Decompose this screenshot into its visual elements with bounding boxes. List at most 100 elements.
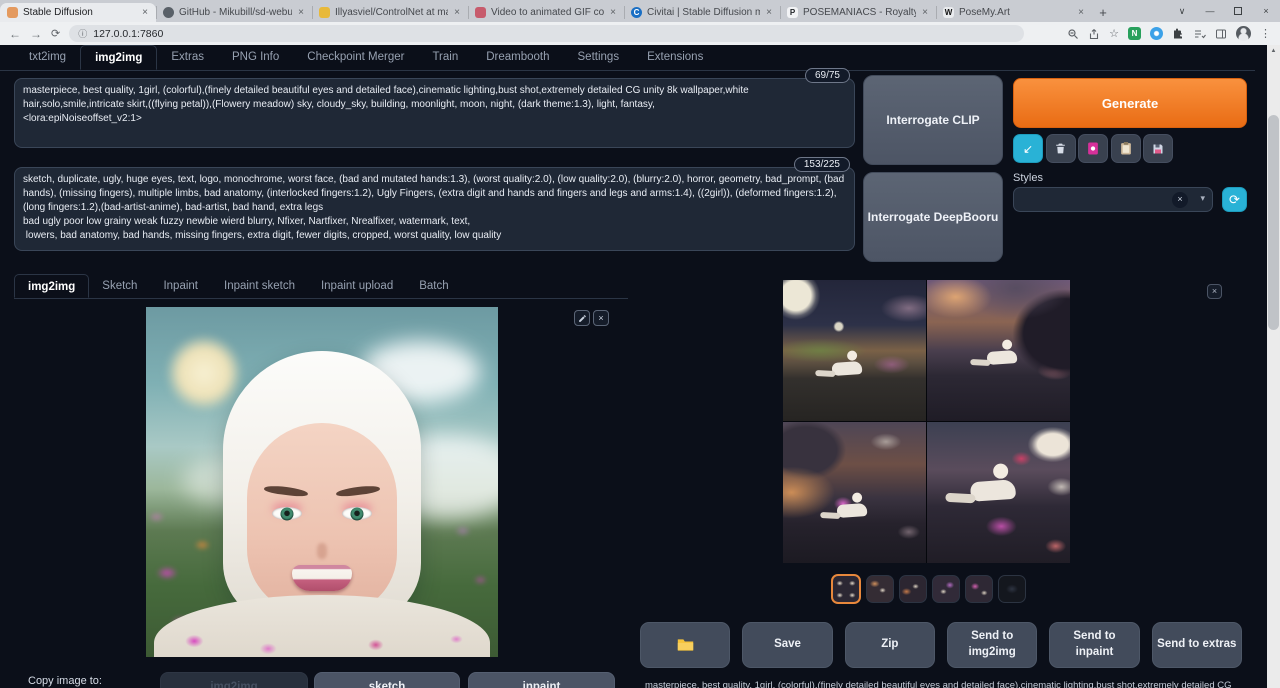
result-image-4[interactable]: [927, 422, 1070, 563]
tab-search-chevron-icon[interactable]: ∨: [1168, 0, 1196, 22]
forward-icon[interactable]: →: [30, 27, 42, 41]
mode-tab-batch[interactable]: Batch: [406, 274, 461, 298]
browser-tab-posemaniacs[interactable]: P POSEMANIACS - Royalty free 3 ×: [780, 3, 936, 22]
browser-tab-posemyart[interactable]: W PoseMy.Art ×: [936, 3, 1092, 22]
tab-settings[interactable]: Settings: [564, 45, 634, 70]
paste-generation-params-button[interactable]: ↙: [1013, 134, 1043, 163]
extension-blue-icon[interactable]: [1150, 27, 1163, 40]
url-text: 127.0.0.1:7860: [93, 28, 163, 40]
tab-extensions[interactable]: Extensions: [633, 45, 717, 70]
interrogate-deepbooru-button[interactable]: Interrogate DeepBooru: [863, 172, 1003, 262]
send-to-extras-button[interactable]: Send to extras: [1152, 622, 1242, 668]
save-button[interactable]: Save: [742, 622, 832, 668]
zoom-icon[interactable]: [1067, 28, 1079, 40]
styles-label: Styles: [1013, 172, 1247, 184]
tab-img2img[interactable]: img2img: [80, 45, 157, 70]
browser-tab-github[interactable]: GitHub - Mikubill/sd-webui-co ×: [156, 3, 312, 22]
thumbnail-4[interactable]: [932, 575, 960, 603]
sitting-figure: [970, 479, 1016, 502]
tab-close-icon[interactable]: ×: [921, 7, 929, 18]
bookmark-star-icon[interactable]: ☆: [1109, 27, 1119, 40]
posemyart-favicon: W: [943, 7, 954, 18]
site-info-icon[interactable]: ⓘ: [78, 27, 87, 40]
browser-tab-civitai[interactable]: C Civitai | Stable Diffusion model ×: [624, 3, 780, 22]
interrogate-clip-button[interactable]: Interrogate CLIP: [863, 75, 1003, 165]
page-scrollbar[interactable]: ▲: [1267, 45, 1280, 688]
thumbnail-2[interactable]: [866, 575, 894, 603]
thumbnail-5[interactable]: [965, 575, 993, 603]
scrollbar-thumb[interactable]: [1268, 115, 1279, 330]
tab-dreambooth[interactable]: Dreambooth: [472, 45, 563, 70]
tab-close-icon[interactable]: ×: [765, 7, 773, 18]
generate-button[interactable]: Generate: [1013, 78, 1247, 128]
send-to-inpaint-button[interactable]: Send to inpaint: [1049, 622, 1139, 668]
remove-image-button[interactable]: ×: [593, 310, 609, 326]
zip-button[interactable]: Zip: [845, 622, 935, 668]
mode-tab-img2img[interactable]: img2img: [14, 274, 89, 298]
styles-clear-icon[interactable]: ×: [1172, 192, 1188, 208]
refresh-styles-button[interactable]: ⟳: [1222, 187, 1247, 212]
mode-tab-inpaint[interactable]: Inpaint: [150, 274, 211, 298]
side-panel-icon[interactable]: [1215, 28, 1227, 40]
reading-list-icon[interactable]: [1193, 28, 1206, 40]
new-tab-button[interactable]: +: [1092, 3, 1114, 22]
share-icon[interactable]: [1088, 28, 1100, 40]
back-icon[interactable]: ←: [9, 27, 21, 41]
copy-to-img2img-button: img2img: [160, 672, 308, 688]
browser-tab-gif-converter[interactable]: Video to animated GIF converter ×: [468, 3, 624, 22]
reload-icon[interactable]: ⟳: [51, 27, 60, 40]
maximize-button[interactable]: [1224, 0, 1252, 22]
mode-tab-sketch[interactable]: Sketch: [89, 274, 150, 298]
open-folder-button[interactable]: [640, 622, 730, 668]
prompt-input[interactable]: masterpiece, best quality, 1girl, (color…: [14, 78, 855, 148]
window-close-button[interactable]: ×: [1252, 0, 1280, 22]
browser-tab-stable-diffusion[interactable]: Stable Diffusion ×: [0, 3, 156, 22]
tab-close-icon[interactable]: ×: [141, 7, 149, 18]
mode-tab-inpaint-sketch[interactable]: Inpaint sketch: [211, 274, 308, 298]
scrollbar-up-arrow[interactable]: ▲: [1267, 45, 1280, 58]
negative-prompt-input[interactable]: sketch, duplicate, ugly, huge eyes, text…: [14, 167, 855, 251]
chevron-down-icon: ▾: [1200, 193, 1205, 204]
gallery-close-button[interactable]: ×: [1207, 284, 1222, 299]
result-image-3[interactable]: [783, 422, 926, 563]
address-bar[interactable]: ⓘ 127.0.0.1:7860: [69, 25, 1024, 42]
extensions-puzzle-icon[interactable]: [1172, 28, 1184, 40]
browser-tab-controlnet[interactable]: Illyasviel/ControlNet at main ×: [312, 3, 468, 22]
clear-prompt-button[interactable]: [1046, 134, 1076, 163]
save-style-button[interactable]: [1143, 134, 1173, 163]
negative-token-counter: 153/225: [794, 157, 850, 172]
result-image-2[interactable]: [927, 280, 1070, 421]
nose: [317, 543, 327, 559]
tab-title: Stable Diffusion: [23, 7, 136, 18]
tab-train[interactable]: Train: [418, 45, 472, 70]
tab-close-icon[interactable]: ×: [1077, 7, 1085, 18]
tab-extras[interactable]: Extras: [157, 45, 218, 70]
browser-menu-icon[interactable]: ⋮: [1260, 27, 1271, 40]
tab-png-info[interactable]: PNG Info: [218, 45, 293, 70]
thumbnail-3[interactable]: [899, 575, 927, 603]
result-image-1[interactable]: [783, 280, 926, 421]
tab-txt2img[interactable]: txt2img: [15, 45, 80, 70]
source-image[interactable]: [146, 307, 498, 657]
styles-dropdown[interactable]: × ▾: [1013, 187, 1213, 212]
tab-close-icon[interactable]: ×: [297, 7, 305, 18]
tab-checkpoint-merger[interactable]: Checkpoint Merger: [293, 45, 418, 70]
apply-styles-button[interactable]: [1111, 134, 1141, 163]
edit-image-button[interactable]: [574, 310, 590, 326]
profile-avatar[interactable]: [1236, 26, 1251, 41]
extra-networks-button[interactable]: [1078, 134, 1108, 163]
generation-info-text: masterpiece, best quality, 1girl, (color…: [645, 680, 1245, 688]
generate-column: Generate ↙ Styles ×: [1013, 78, 1247, 212]
minimize-button[interactable]: —: [1196, 0, 1224, 22]
tab-close-icon[interactable]: ×: [453, 7, 461, 18]
civitai-favicon: C: [631, 7, 642, 18]
result-image-grid[interactable]: [783, 280, 1070, 563]
send-to-img2img-button[interactable]: Send to img2img: [947, 622, 1037, 668]
thumbnail-6[interactable]: [998, 575, 1026, 603]
mode-tab-inpaint-upload[interactable]: Inpaint upload: [308, 274, 406, 298]
thumbnail-1[interactable]: [831, 574, 861, 604]
copy-to-sketch-button[interactable]: sketch: [314, 672, 460, 688]
tab-close-icon[interactable]: ×: [609, 7, 617, 18]
copy-to-inpaint-button[interactable]: inpaint: [468, 672, 615, 688]
extension-n-icon[interactable]: N: [1128, 27, 1141, 40]
